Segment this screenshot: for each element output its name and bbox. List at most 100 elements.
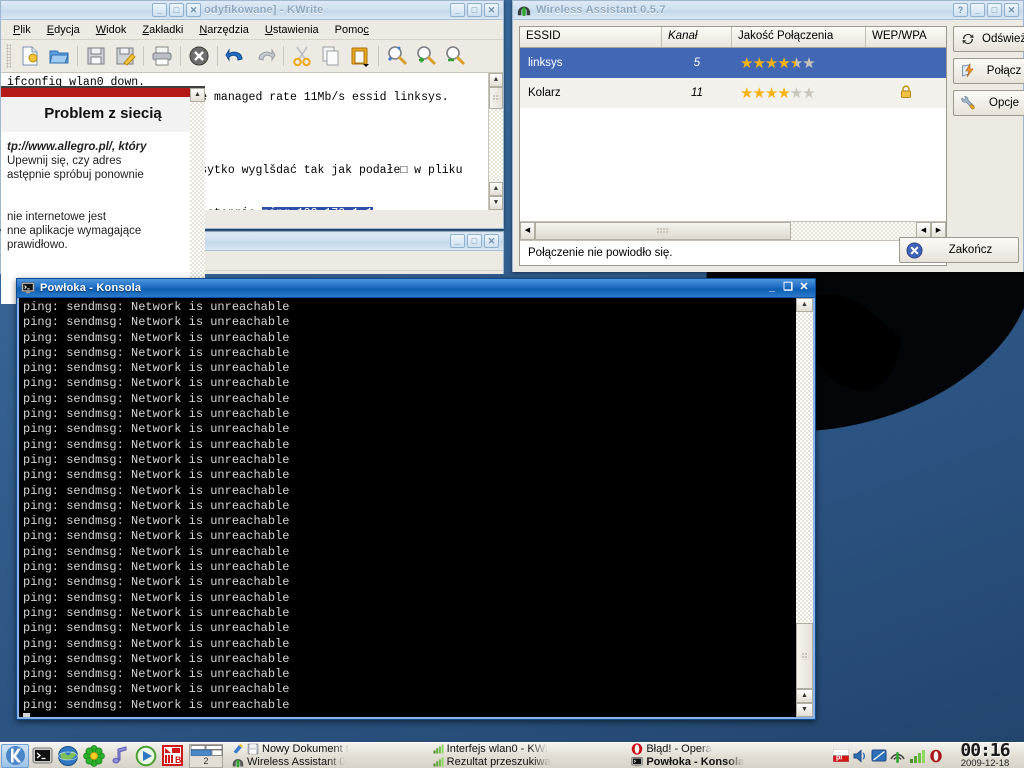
quicklaunch-terminal[interactable] xyxy=(29,744,55,768)
zoom-in-icon[interactable] xyxy=(412,42,440,70)
quit-button[interactable]: Zakończ xyxy=(899,237,1019,263)
opera-icon[interactable] xyxy=(927,747,944,765)
maximize-button[interactable]: □ xyxy=(467,3,482,17)
menu-edycja[interactable]: Edycja xyxy=(39,22,88,38)
kde-menu-button[interactable] xyxy=(1,743,29,768)
close-button[interactable]: ✕ xyxy=(1004,3,1019,17)
konsole-scrollbar[interactable]: ▲ ▲ ▼ xyxy=(796,298,813,717)
close-button[interactable]: ✕ xyxy=(797,281,811,295)
close-button[interactable]: ✕ xyxy=(484,3,499,17)
wireless-assistant-titlebar[interactable]: Wireless Assistant 0.5.7 ? _ □ ✕ xyxy=(513,1,1023,20)
scrollbar-thumb[interactable] xyxy=(796,623,813,689)
system-tray[interactable]: pl xyxy=(828,747,948,765)
task-button-opera[interactable]: Błąd! - Opera xyxy=(628,743,826,755)
hscroll-thumb[interactable] xyxy=(535,222,791,240)
opera-page-content[interactable]: Problem z siecią tp://www.allegro.pl/, k… xyxy=(1,86,205,304)
redo-icon[interactable] xyxy=(251,42,279,70)
task-button-konsole[interactable]: Powłoka - Konsola xyxy=(628,756,826,768)
open-folder-icon[interactable] xyxy=(45,42,73,70)
display-icon[interactable] xyxy=(870,747,887,765)
quicklaunch-browser[interactable] xyxy=(55,744,81,768)
taskbar[interactable]: B 2 Nowy Dokument t Wireless Assistant 0… xyxy=(0,742,1024,768)
table-row[interactable]: linksys 5 ★★★★★★ xyxy=(520,48,946,78)
undo-icon[interactable] xyxy=(222,42,250,70)
konsole-window-buttons[interactable]: _ ❑ ✕ xyxy=(765,281,813,295)
kwrite-menubar[interactable]: Plik Edycja Widok Zakładki Narzędzia Ust… xyxy=(1,20,503,40)
scroll-down-button[interactable]: ▼ xyxy=(489,196,503,210)
minimize-button[interactable]: _ xyxy=(970,3,985,17)
scroll-down-button[interactable]: ▼ xyxy=(796,703,813,717)
minimize-button[interactable]: _ xyxy=(450,3,465,17)
quicklaunch-bittorrent[interactable]: B xyxy=(159,744,185,768)
save-icon[interactable] xyxy=(82,42,110,70)
maximize-button[interactable]: □ xyxy=(987,3,1002,17)
options-button[interactable]: Opcje xyxy=(953,90,1024,116)
desktop-pager[interactable]: 2 xyxy=(189,743,223,768)
kwifimanager-window-buttons[interactable]: _ □ ✕ xyxy=(450,234,501,248)
task-button-kwrite[interactable]: Nowy Dokument t xyxy=(229,743,427,755)
scrollbar-track[interactable] xyxy=(190,102,205,304)
wireless-assistant-window-buttons[interactable]: ? _ □ ✕ xyxy=(953,3,1021,17)
column-header-kanal[interactable]: Kanał xyxy=(662,27,732,47)
minimize-button[interactable]: _ xyxy=(450,234,465,248)
quicklaunch-media-player[interactable] xyxy=(133,744,159,768)
task-list[interactable]: Nowy Dokument t Wireless Assistant 0 Int… xyxy=(227,742,828,768)
paste-icon[interactable] xyxy=(346,42,374,70)
task-button-kwifimanager[interactable]: Interfejs wlan0 - KWi xyxy=(429,743,627,755)
table-row[interactable]: Kolarz 11 ★★★★★★ xyxy=(520,78,946,108)
column-header-essid[interactable]: ESSID xyxy=(520,27,662,47)
kwrite-vertical-scrollbar[interactable]: ▲ ▲ ▼ xyxy=(488,73,503,210)
signal-bars-icon[interactable] xyxy=(908,747,925,765)
scrollbar-track[interactable] xyxy=(796,312,813,623)
column-header-jakosc[interactable]: Jakość Połączenia xyxy=(732,27,866,47)
konsole-terminal[interactable]: ping: sendmsg: Network is unreachable pi… xyxy=(17,298,815,719)
menu-ustawienia[interactable]: Ustawienia xyxy=(257,22,327,38)
cut-icon[interactable] xyxy=(288,42,316,70)
minimize-button[interactable]: _ xyxy=(765,281,779,295)
menu-narzedzia[interactable]: Narzędzia xyxy=(191,22,257,38)
kwrite-toolbar[interactable] xyxy=(1,40,503,73)
wireless-assistant-window[interactable]: Wireless Assistant 0.5.7 ? _ □ ✕ ESSID K… xyxy=(512,0,1024,272)
task-button-search-results[interactable]: Rezultat przeszukiwa xyxy=(429,756,627,768)
scroll-up-button[interactable]: ▲ xyxy=(489,73,503,87)
task-button-wireless-assistant[interactable]: Wireless Assistant 0 xyxy=(229,756,427,768)
network-list-horizontal-scrollbar[interactable]: ◀ ◀ ▶ xyxy=(520,221,946,240)
menu-zakladki[interactable]: Zakładki xyxy=(134,22,191,38)
zoom-out-icon[interactable] xyxy=(441,42,469,70)
maximize-button[interactable]: □ xyxy=(467,234,482,248)
maximize-button[interactable]: ❑ xyxy=(781,281,795,295)
new-document-icon[interactable] xyxy=(16,42,44,70)
save-as-icon[interactable] xyxy=(111,42,139,70)
print-icon[interactable] xyxy=(148,42,176,70)
opera-titlebar[interactable]: _ □ ✕ xyxy=(1,1,205,20)
terminal-output[interactable]: ping: sendmsg: Network is unreachable pi… xyxy=(19,298,796,717)
pager-desktop-2[interactable]: 2 xyxy=(190,755,222,767)
close-button[interactable]: ✕ xyxy=(186,3,201,17)
kwrite-window-buttons[interactable]: _ □ ✕ xyxy=(450,3,501,17)
help-button[interactable]: ? xyxy=(953,3,968,17)
scrollbar-thumb[interactable] xyxy=(489,87,503,109)
maximize-button[interactable]: □ xyxy=(169,3,184,17)
hscroll-left-button[interactable]: ◀ xyxy=(520,222,535,240)
network-list-panel[interactable]: ESSID Kanał Jakość Połączenia WEP/WPA li… xyxy=(519,26,947,266)
quicklaunch-music[interactable] xyxy=(107,744,133,768)
hscroll-track[interactable] xyxy=(535,222,916,240)
close-icon[interactable] xyxy=(185,42,213,70)
toolbar-grip[interactable] xyxy=(6,44,11,68)
opera-window-buttons[interactable]: _ □ ✕ xyxy=(152,3,203,17)
copy-icon[interactable] xyxy=(317,42,345,70)
scroll-up-button[interactable]: ▲ xyxy=(796,298,813,312)
clock[interactable]: 00:16 2009-12-18 xyxy=(948,742,1024,768)
keyboard-layout-pl-icon[interactable]: pl xyxy=(832,747,849,765)
network-table-empty-space[interactable] xyxy=(520,108,946,221)
volume-icon[interactable] xyxy=(851,747,868,765)
connect-button[interactable]: Połącz xyxy=(953,58,1024,84)
find-icon[interactable] xyxy=(383,42,411,70)
menu-pomoc[interactable]: Pomoc xyxy=(327,22,377,38)
pager-desktop-1[interactable] xyxy=(190,744,223,756)
column-header-wep[interactable]: WEP/WPA xyxy=(866,27,946,47)
network-table[interactable]: ESSID Kanał Jakość Połączenia WEP/WPA li… xyxy=(520,27,946,221)
wireless-signal-icon[interactable] xyxy=(889,747,906,765)
menu-plik[interactable]: Plik xyxy=(5,22,39,38)
quicklaunch-icq[interactable] xyxy=(81,744,107,768)
